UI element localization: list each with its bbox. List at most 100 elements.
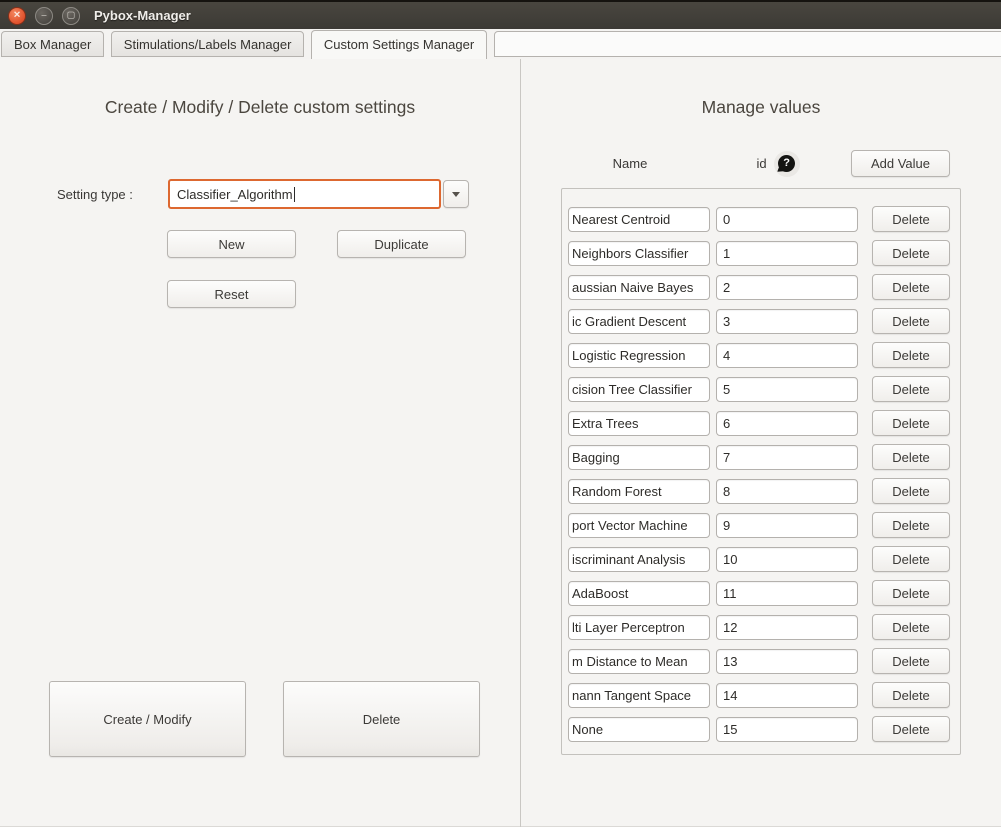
right-panel-heading: Manage values (521, 97, 1001, 118)
value-row: Delete (568, 644, 960, 678)
delete-value-button[interactable]: Delete (872, 580, 950, 606)
value-row: Delete (568, 678, 960, 712)
delete-value-button[interactable]: Delete (872, 546, 950, 572)
value-row: Delete (568, 508, 960, 542)
delete-value-button[interactable]: Delete (872, 648, 950, 674)
value-id-input[interactable] (716, 547, 858, 572)
titlebar[interactable]: ✕ – ▢ Pybox-Manager (0, 0, 1001, 29)
minimize-icon: – (41, 11, 46, 20)
custom-settings-panel: Create / Modify / Delete custom settings… (0, 59, 521, 827)
value-row: Delete (568, 270, 960, 304)
tab-bar: Box Manager Stimulations/Labels Manager … (0, 29, 1001, 59)
tab-stimulations-labels-manager[interactable]: Stimulations/Labels Manager (111, 31, 305, 57)
tab-bar-filler (494, 31, 1001, 57)
value-row: Delete (568, 440, 960, 474)
setting-type-input[interactable]: Classifier_Algorithm (168, 179, 441, 209)
value-row: Delete (568, 610, 960, 644)
value-id-input[interactable] (716, 275, 858, 300)
value-name-input[interactable] (568, 411, 710, 436)
tab-custom-settings-manager[interactable]: Custom Settings Manager (311, 30, 487, 59)
manage-values-panel: Manage values Name id ? Add Value Delete… (521, 59, 1001, 827)
main-content: Create / Modify / Delete custom settings… (0, 59, 1001, 827)
value-name-input[interactable] (568, 241, 710, 266)
value-id-input[interactable] (716, 479, 858, 504)
delete-value-button[interactable]: Delete (872, 444, 950, 470)
value-row: Delete (568, 304, 960, 338)
value-name-input[interactable] (568, 581, 710, 606)
delete-value-button[interactable]: Delete (872, 614, 950, 640)
question-bubble-icon: ? (778, 155, 795, 172)
value-id-input[interactable] (716, 717, 858, 742)
setting-type-label: Setting type : (57, 187, 133, 202)
value-id-input[interactable] (716, 581, 858, 606)
value-id-input[interactable] (716, 207, 858, 232)
new-button[interactable]: New (167, 230, 296, 258)
id-help-icon[interactable]: ? (774, 151, 800, 177)
value-id-input[interactable] (716, 683, 858, 708)
value-name-input[interactable] (568, 309, 710, 334)
window-controls: ✕ – ▢ (8, 7, 80, 25)
add-value-button[interactable]: Add Value (851, 150, 950, 177)
id-column-header: id ? (707, 150, 849, 177)
value-row: Delete (568, 236, 960, 270)
value-id-input[interactable] (716, 615, 858, 640)
value-id-input[interactable] (716, 445, 858, 470)
value-id-input[interactable] (716, 411, 858, 436)
delete-value-button[interactable]: Delete (872, 716, 950, 742)
value-id-input[interactable] (716, 343, 858, 368)
value-id-input[interactable] (716, 241, 858, 266)
delete-value-button[interactable]: Delete (872, 410, 950, 436)
value-name-input[interactable] (568, 445, 710, 470)
value-name-input[interactable] (568, 377, 710, 402)
setting-type-value: Classifier_Algorithm (177, 187, 293, 202)
delete-value-button[interactable]: Delete (872, 376, 950, 402)
text-caret (294, 187, 295, 202)
name-column-header: Name (559, 156, 701, 171)
setting-type-dropdown-button[interactable] (443, 180, 469, 208)
window-title: Pybox-Manager (94, 8, 191, 23)
delete-value-button[interactable]: Delete (872, 512, 950, 538)
value-row: Delete (568, 202, 960, 236)
value-name-input[interactable] (568, 683, 710, 708)
maximize-button[interactable]: ▢ (62, 7, 80, 25)
value-name-input[interactable] (568, 275, 710, 300)
close-button[interactable]: ✕ (8, 7, 26, 25)
create-modify-button[interactable]: Create / Modify (49, 681, 246, 757)
reset-button[interactable]: Reset (167, 280, 296, 308)
duplicate-button[interactable]: Duplicate (337, 230, 466, 258)
left-panel-heading: Create / Modify / Delete custom settings (0, 97, 520, 118)
delete-value-button[interactable]: Delete (872, 478, 950, 504)
value-id-input[interactable] (716, 377, 858, 402)
delete-value-button[interactable]: Delete (872, 240, 950, 266)
close-icon: ✕ (13, 11, 21, 20)
delete-value-button[interactable]: Delete (872, 682, 950, 708)
value-name-input[interactable] (568, 479, 710, 504)
delete-value-button[interactable]: Delete (872, 206, 950, 232)
id-column-label: id (756, 156, 766, 171)
value-name-input[interactable] (568, 207, 710, 232)
value-row: Delete (568, 712, 960, 746)
minimize-button[interactable]: – (35, 7, 53, 25)
value-row: Delete (568, 542, 960, 576)
value-name-input[interactable] (568, 615, 710, 640)
value-name-input[interactable] (568, 513, 710, 538)
value-name-input[interactable] (568, 717, 710, 742)
value-row: Delete (568, 406, 960, 440)
values-list: Delete Delete Delete Delete Delete Delet… (561, 188, 961, 755)
value-name-input[interactable] (568, 547, 710, 572)
delete-value-button[interactable]: Delete (872, 342, 950, 368)
value-row: Delete (568, 474, 960, 508)
value-id-input[interactable] (716, 649, 858, 674)
value-name-input[interactable] (568, 649, 710, 674)
value-row: Delete (568, 338, 960, 372)
delete-value-button[interactable]: Delete (872, 308, 950, 334)
maximize-icon: ▢ (67, 11, 76, 20)
value-row: Delete (568, 576, 960, 610)
value-id-input[interactable] (716, 513, 858, 538)
tab-box-manager[interactable]: Box Manager (1, 31, 104, 57)
delete-value-button[interactable]: Delete (872, 274, 950, 300)
value-row: Delete (568, 372, 960, 406)
delete-setting-button[interactable]: Delete (283, 681, 480, 757)
value-name-input[interactable] (568, 343, 710, 368)
value-id-input[interactable] (716, 309, 858, 334)
